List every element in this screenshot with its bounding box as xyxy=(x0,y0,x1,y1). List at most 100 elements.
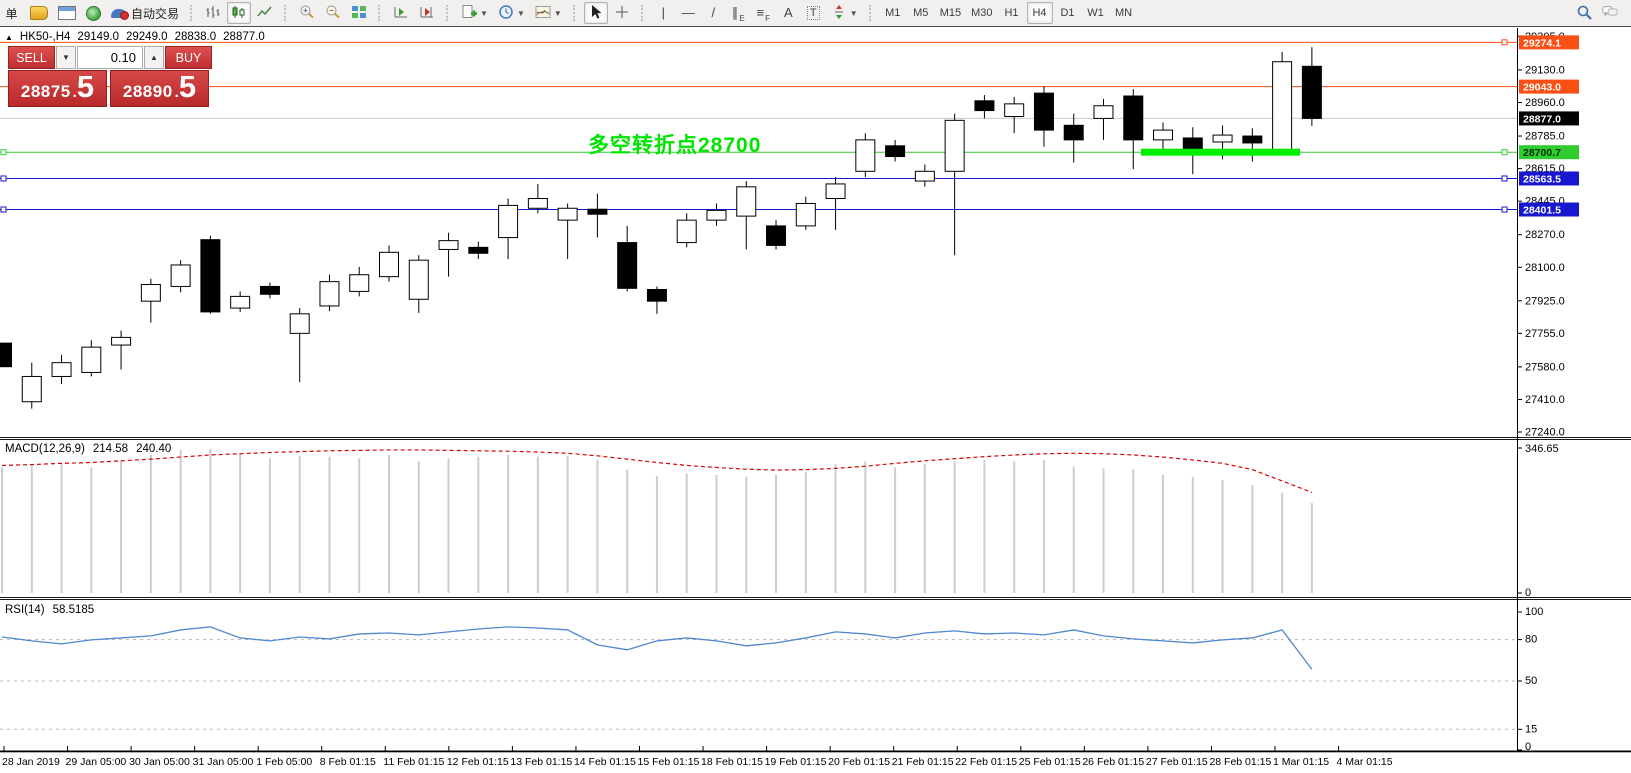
timeframe-m5-button[interactable]: M5 xyxy=(908,2,934,24)
candle[interactable] xyxy=(886,146,905,157)
new-chart-icon[interactable] xyxy=(54,2,80,24)
candle[interactable] xyxy=(380,252,399,276)
templates-icon[interactable]: ▼ xyxy=(457,2,492,24)
candle[interactable] xyxy=(82,347,101,372)
candle[interactable] xyxy=(1243,136,1262,143)
candle[interactable] xyxy=(350,275,369,292)
line-anchor-marker[interactable] xyxy=(1502,40,1507,45)
candle[interactable] xyxy=(528,198,547,208)
tile-windows-icon[interactable] xyxy=(347,2,371,24)
line-anchor-marker[interactable] xyxy=(1,150,6,155)
chart-background[interactable] xyxy=(0,28,1631,773)
candle[interactable] xyxy=(558,208,577,220)
arrows-icon[interactable]: ▼ xyxy=(827,2,862,24)
timeframe-d1-button[interactable]: D1 xyxy=(1055,2,1081,24)
candle[interactable] xyxy=(1154,130,1173,140)
candle[interactable] xyxy=(22,376,41,401)
candle[interactable] xyxy=(320,282,339,306)
candle[interactable] xyxy=(52,363,71,377)
dropdown-arrow-icon[interactable]: ▼ xyxy=(480,9,488,18)
candle[interactable] xyxy=(201,240,220,312)
signal-icon[interactable] xyxy=(82,2,105,24)
channel-icon[interactable]: ∥E xyxy=(727,2,750,24)
zoom-in-icon[interactable] xyxy=(295,2,319,24)
candle[interactable] xyxy=(737,187,756,216)
candle[interactable] xyxy=(588,209,607,214)
candle[interactable] xyxy=(469,247,488,253)
candle[interactable] xyxy=(707,210,726,220)
candle[interactable] xyxy=(1213,135,1232,142)
candle[interactable] xyxy=(231,296,250,308)
timeframe-m1-button[interactable]: M1 xyxy=(880,2,906,24)
text-icon[interactable]: A xyxy=(777,2,800,24)
candle[interactable] xyxy=(1273,62,1292,150)
volume-decrease-button[interactable]: ▼ xyxy=(56,46,76,69)
periods-icon[interactable]: ▼ xyxy=(494,2,529,24)
candle[interactable] xyxy=(1124,96,1143,140)
candle[interactable] xyxy=(171,265,190,286)
candle[interactable] xyxy=(1064,125,1083,140)
timeframe-w1-button[interactable]: W1 xyxy=(1083,2,1109,24)
new-order-fragment[interactable]: 单 xyxy=(0,2,23,24)
candle[interactable] xyxy=(975,101,994,111)
search-icon[interactable] xyxy=(1572,2,1596,24)
candle[interactable] xyxy=(767,226,786,246)
dropdown-arrow-icon[interactable]: ▼ xyxy=(850,9,858,18)
dropdown-arrow-icon[interactable]: ▼ xyxy=(517,9,525,18)
pivot-highlight-segment[interactable] xyxy=(1141,149,1300,156)
sell-price-box[interactable]: 28875 . 5 xyxy=(8,70,107,107)
line-anchor-marker[interactable] xyxy=(1,176,6,181)
volume-input[interactable] xyxy=(77,46,143,69)
fibonacci-icon[interactable]: ≡F xyxy=(752,2,775,24)
candle[interactable] xyxy=(618,243,637,289)
candle[interactable] xyxy=(112,337,131,345)
candle[interactable] xyxy=(826,184,845,199)
buy-button[interactable]: BUY xyxy=(165,46,212,69)
candle[interactable] xyxy=(290,314,309,334)
candlestick-icon[interactable] xyxy=(227,2,251,24)
candle[interactable] xyxy=(141,285,160,302)
collapse-triangle-icon[interactable]: ▲ xyxy=(5,33,13,42)
candle[interactable] xyxy=(1094,106,1113,119)
volume-increase-button[interactable]: ▲ xyxy=(144,46,164,69)
candle[interactable] xyxy=(856,140,875,171)
candle[interactable] xyxy=(1034,93,1053,130)
candle[interactable] xyxy=(0,343,12,367)
candle[interactable] xyxy=(1005,104,1024,117)
candle[interactable] xyxy=(260,286,279,294)
candle[interactable] xyxy=(409,260,428,299)
autotrade-button[interactable]: 自动交易 xyxy=(107,2,183,24)
sell-button[interactable]: SELL xyxy=(8,46,55,69)
bar-chart-icon[interactable] xyxy=(201,2,225,24)
chart-area[interactable]: 29305.029130.028960.028785.028615.028445… xyxy=(0,28,1631,773)
indicators-icon[interactable]: ▼ xyxy=(531,2,566,24)
zoom-out-icon[interactable] xyxy=(321,2,345,24)
vertical-line-icon[interactable]: | xyxy=(652,2,675,24)
candle[interactable] xyxy=(647,289,666,301)
line-anchor-marker[interactable] xyxy=(1502,150,1507,155)
chart-canvas[interactable]: 29305.029130.028960.028785.028615.028445… xyxy=(0,28,1631,773)
timeframe-mn-button[interactable]: MN xyxy=(1111,2,1137,24)
cursor-icon[interactable] xyxy=(584,2,608,24)
auto-scroll-icon[interactable] xyxy=(389,2,413,24)
chat-icon[interactable] xyxy=(1598,2,1622,24)
crosshair-icon[interactable] xyxy=(610,2,634,24)
candle[interactable] xyxy=(945,120,964,171)
timeframe-m15-button[interactable]: M15 xyxy=(936,2,965,24)
candle[interactable] xyxy=(677,220,696,242)
buy-price-box[interactable]: 28890 . 5 xyxy=(110,70,209,107)
order-book-icon[interactable] xyxy=(26,2,52,24)
timeframe-h4-button[interactable]: H4 xyxy=(1027,2,1053,24)
candle[interactable] xyxy=(1302,66,1321,118)
candle[interactable] xyxy=(796,203,815,225)
text-label-icon[interactable]: T xyxy=(802,2,825,24)
candle[interactable] xyxy=(499,205,518,237)
line-anchor-marker[interactable] xyxy=(1502,207,1507,212)
timeframe-m30-button[interactable]: M30 xyxy=(967,2,996,24)
candle[interactable] xyxy=(915,171,934,181)
candle[interactable] xyxy=(439,241,458,250)
trendline-icon[interactable]: / xyxy=(702,2,725,24)
line-anchor-marker[interactable] xyxy=(1,207,6,212)
chart-shift-icon[interactable] xyxy=(415,2,439,24)
horizontal-line-icon[interactable]: — xyxy=(677,2,700,24)
